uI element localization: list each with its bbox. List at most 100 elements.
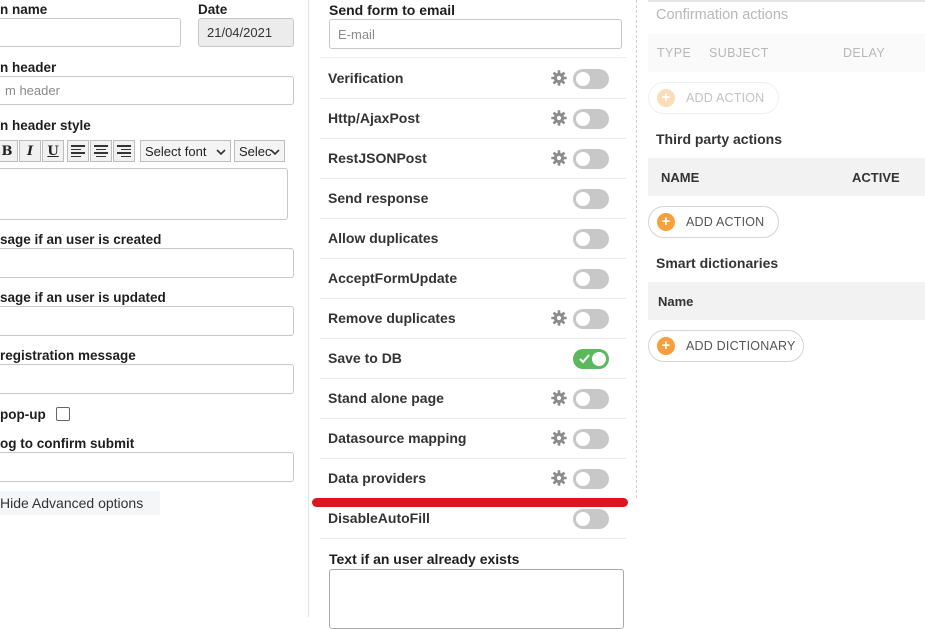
toggle-knob	[576, 192, 590, 206]
col-subject: SUBJECT	[709, 46, 769, 60]
add-third-party-action-label: ADD ACTION	[686, 215, 765, 229]
toggle-switch[interactable]	[573, 109, 609, 129]
rich-text-toolbar: B I U Select font Selec	[0, 140, 288, 162]
add-confirmation-action-label: ADD ACTION	[686, 91, 765, 105]
col-delay: DELAY	[843, 46, 886, 60]
toggle-switch[interactable]	[573, 349, 609, 369]
col-dict-name: Name	[658, 294, 694, 309]
updated-message-label: sage if an user is updated	[0, 290, 166, 305]
registration-message-input[interactable]	[0, 364, 294, 394]
gear-icon[interactable]	[551, 310, 567, 326]
toggle-knob	[576, 512, 590, 526]
form-header-label: n header	[0, 60, 57, 75]
col-active: ACTIVE	[852, 170, 900, 185]
form-name-input[interactable]	[0, 18, 181, 47]
add-dictionary-label: ADD DICTIONARY	[686, 339, 796, 353]
created-message-input[interactable]	[0, 248, 294, 278]
dictionary-table-header: Name	[648, 282, 925, 320]
gear-icon[interactable]	[551, 70, 567, 86]
toggle-knob	[592, 352, 606, 366]
toggle-knob	[576, 392, 590, 406]
align-left-icon	[71, 145, 85, 157]
confirmation-table-header: TYPE SUBJECT DELAY	[648, 34, 925, 72]
confirm-submit-input[interactable]	[0, 452, 294, 482]
settings-row-label: Http/AjaxPost	[328, 110, 420, 126]
settings-row: Data providers	[320, 459, 626, 499]
italic-button[interactable]: I	[19, 140, 41, 162]
toggle-switch[interactable]	[573, 389, 609, 409]
gear-icon[interactable]	[551, 150, 567, 166]
settings-row-label: Datasource mapping	[328, 430, 467, 446]
form-header-input[interactable]	[0, 76, 294, 105]
chevron-down-icon	[216, 149, 226, 156]
bold-button[interactable]: B	[0, 140, 18, 162]
column-divider	[308, 0, 309, 617]
font-select-value: Select font	[145, 143, 207, 159]
settings-row: Send response	[320, 179, 626, 219]
smart-dictionaries-title: Smart dictionaries	[656, 255, 779, 271]
updated-message-input[interactable]	[0, 306, 294, 336]
align-center-icon	[94, 145, 108, 157]
settings-row: RestJSONPost	[320, 139, 626, 179]
date-field[interactable]: 21/04/2021	[198, 18, 294, 47]
toggle-knob	[576, 272, 590, 286]
third-party-table-header: NAME ACTIVE	[648, 158, 925, 196]
toggle-switch[interactable]	[573, 149, 609, 169]
email-input[interactable]	[329, 19, 622, 49]
toggle-switch[interactable]	[573, 429, 609, 449]
toggle-knob	[576, 432, 590, 446]
size-select-value: Selec	[239, 143, 272, 159]
user-exists-label: Text if an user already exists	[329, 551, 520, 567]
settings-row: Remove duplicates	[320, 299, 626, 339]
advanced-options-toggle[interactable]: Hide Advanced options	[0, 491, 160, 515]
settings-row-label: Remove duplicates	[328, 310, 456, 326]
user-exists-textarea[interactable]	[329, 569, 624, 629]
gear-icon[interactable]	[551, 110, 567, 126]
plus-circle-icon: +	[657, 213, 675, 231]
popup-label: pop-up	[0, 407, 46, 422]
confirm-submit-label: og to confirm submit	[0, 436, 135, 451]
red-annotation-line	[312, 498, 628, 507]
header-style-editor[interactable]	[0, 168, 288, 220]
date-label: Date	[198, 2, 228, 17]
settings-row-label: Verification	[328, 70, 404, 86]
check-icon	[579, 354, 590, 364]
underline-button[interactable]: U	[42, 140, 64, 162]
toggle-switch[interactable]	[573, 189, 609, 209]
settings-row-label: DisableAutoFill	[328, 510, 430, 526]
size-select[interactable]: Selec	[234, 140, 285, 162]
settings-row-label: Send response	[328, 190, 429, 206]
toggle-switch[interactable]	[573, 509, 609, 529]
toggle-knob	[576, 312, 590, 326]
font-select[interactable]: Select font	[140, 140, 231, 162]
settings-row-label: Stand alone page	[328, 390, 444, 406]
add-third-party-action-button[interactable]: + ADD ACTION	[648, 206, 779, 238]
toggle-switch[interactable]	[573, 469, 609, 489]
dashed-divider	[636, 0, 637, 498]
settings-row-label: RestJSONPost	[328, 150, 427, 166]
settings-row: Verification	[320, 59, 626, 99]
toggle-knob	[576, 72, 590, 86]
gear-icon[interactable]	[551, 390, 567, 406]
form-header-style-label: n header style	[0, 118, 91, 133]
divider	[320, 57, 626, 58]
gear-icon[interactable]	[551, 470, 567, 486]
add-confirmation-action-button[interactable]: + ADD ACTION	[648, 82, 779, 114]
align-right-button[interactable]	[113, 140, 135, 162]
gear-icon[interactable]	[551, 430, 567, 446]
confirmation-actions-title: Confirmation actions	[656, 7, 789, 23]
toggle-switch[interactable]	[573, 269, 609, 289]
toggle-switch[interactable]	[573, 229, 609, 249]
popup-checkbox[interactable]	[56, 407, 70, 421]
toggle-switch[interactable]	[573, 309, 609, 329]
plus-circle-icon: +	[657, 337, 675, 355]
registration-message-label: registration message	[0, 348, 136, 363]
toggle-switch[interactable]	[573, 69, 609, 89]
align-center-button[interactable]	[90, 140, 112, 162]
align-left-button[interactable]	[67, 140, 89, 162]
created-message-label: sage if an user is created	[0, 232, 162, 247]
settings-row: Datasource mapping	[320, 419, 626, 459]
plus-circle-icon: +	[657, 89, 675, 107]
add-dictionary-button[interactable]: + ADD DICTIONARY	[648, 330, 804, 362]
settings-row-label: AcceptFormUpdate	[328, 270, 458, 286]
